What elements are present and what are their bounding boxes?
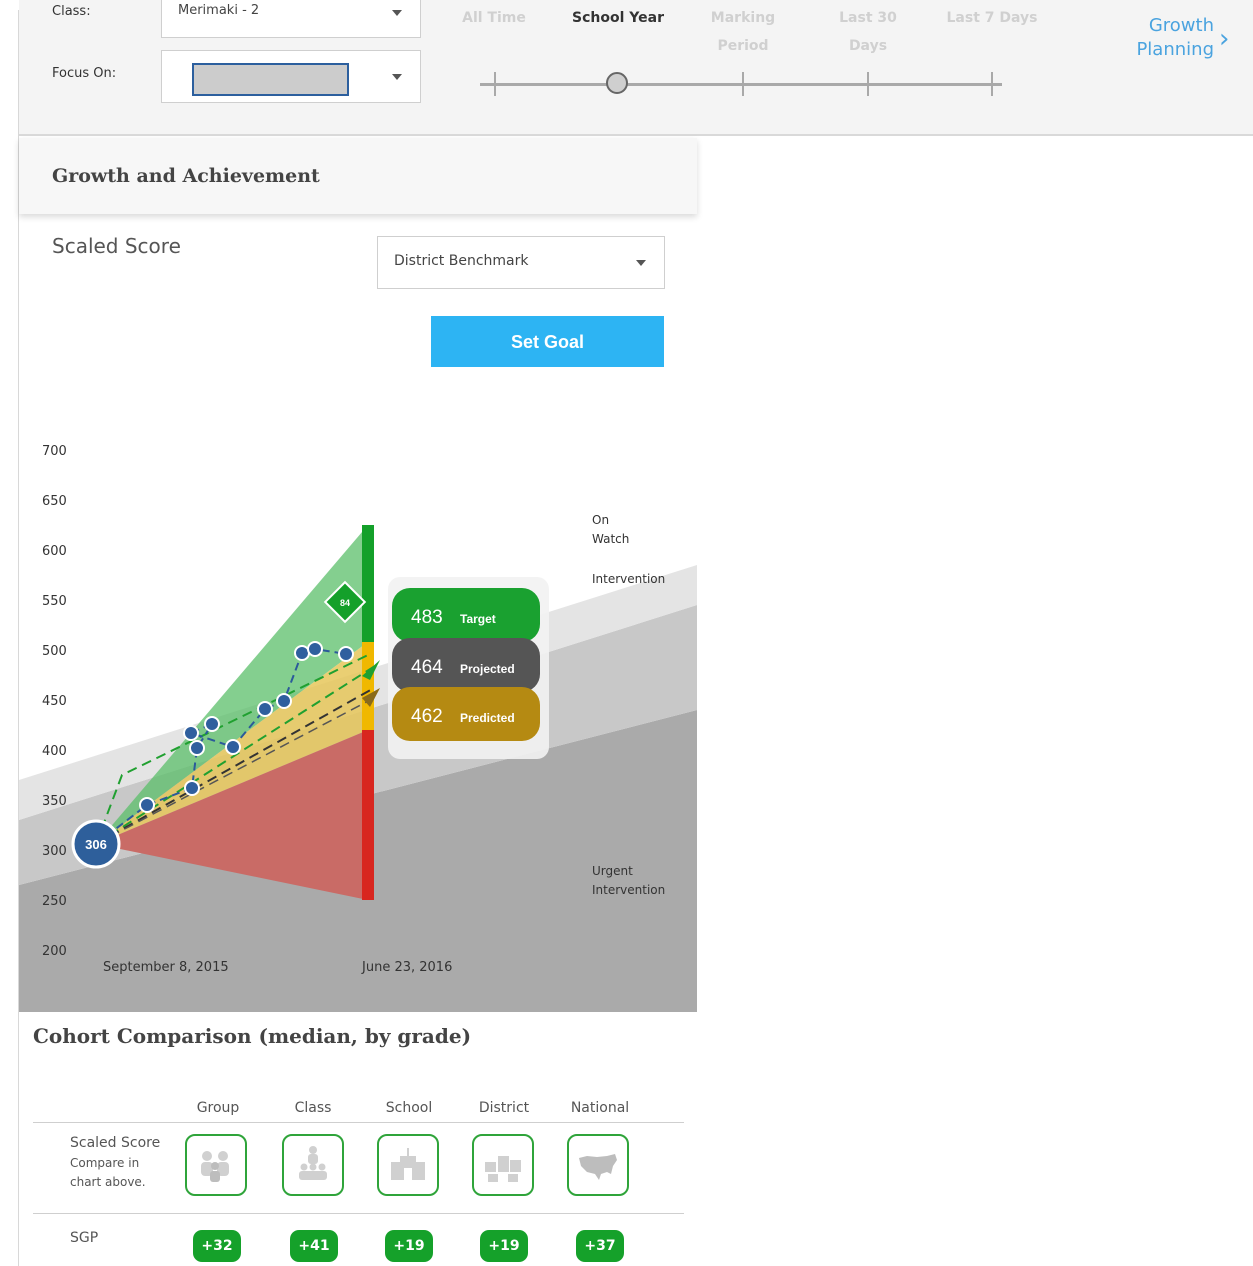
y-tick-label: 700 [42, 444, 67, 459]
column-header-national: National [570, 1100, 630, 1116]
sgp-badge-group: +32 [193, 1230, 241, 1262]
range-school-year[interactable]: School Year [566, 4, 670, 32]
school-cohort-icon[interactable] [377, 1134, 439, 1196]
score-data-point [257, 701, 273, 717]
scaled-score-row-label: Scaled Score [70, 1135, 161, 1151]
y-tick-label: 650 [42, 494, 67, 509]
x-axis-label: September 8, 2015 [103, 960, 229, 975]
y-tick-label: 550 [42, 594, 67, 609]
group-cohort-icon[interactable] [185, 1134, 247, 1196]
y-tick-label: 200 [42, 944, 67, 959]
scaled-score-row-note: Compare in [70, 1156, 140, 1170]
outcome-label-projected: Projected [460, 662, 515, 676]
score-data-point [189, 740, 205, 756]
cohort-title: Cohort Comparison (median, by grade) [33, 1024, 472, 1048]
sgp-row-label: SGP [70, 1230, 99, 1246]
band-label-on-watch: Watch [592, 532, 629, 546]
sgp-badge-class: +41 [290, 1230, 338, 1262]
outcome-value-target: 483 [411, 607, 443, 628]
outcome-value-projected: 464 [411, 657, 443, 678]
set-goal-button[interactable]: Set Goal [431, 316, 664, 367]
y-tick-label: 600 [42, 544, 67, 559]
score-data-point [183, 725, 199, 741]
slider-tick [742, 72, 744, 96]
range-last-7-days[interactable]: Last 7 Days [940, 4, 1044, 32]
benchmark-select[interactable]: District Benchmark [377, 236, 665, 289]
sgp-badge-school: +19 [385, 1230, 433, 1262]
scaled-score-row-note: chart above. [70, 1175, 146, 1189]
score-data-point [204, 716, 220, 732]
y-tick-label: 350 [42, 794, 67, 809]
district-cohort-icon[interactable] [472, 1134, 534, 1196]
y-tick-label: 500 [42, 644, 67, 659]
x-axis-label: June 23, 2016 [361, 960, 452, 975]
goal-diamond-label: 84 [340, 598, 350, 608]
column-header-class: Class [294, 1100, 332, 1116]
table-divider [33, 1213, 684, 1214]
focus-label: Focus On: [52, 66, 117, 81]
focus-select-value-field[interactable] [192, 63, 349, 96]
slider-tick [867, 72, 869, 96]
status-bar-yellow [362, 642, 374, 730]
class-select[interactable]: Merimaki - 2 [161, 0, 421, 38]
score-data-point [139, 797, 155, 813]
class-select-value: Merimaki - 2 [178, 3, 260, 18]
chevron-down-icon [392, 73, 402, 80]
start-score-label: 306 [85, 837, 107, 852]
column-header-district: District [478, 1100, 530, 1116]
range-marking-period[interactable]: Marking Period [700, 4, 786, 60]
national-cohort-icon[interactable] [567, 1134, 629, 1196]
time-range-slider-handle[interactable] [606, 72, 628, 94]
status-bar-green [362, 525, 374, 642]
score-data-point [225, 739, 241, 755]
class-label: Class: [52, 4, 91, 19]
y-tick-label: 250 [42, 894, 67, 909]
scaled-score-chart: 306 84 700 650 600 550 500 450 400 350 300 250 200 S… [19, 420, 697, 1012]
y-tick-label: 450 [42, 694, 67, 709]
chevron-down-icon [392, 10, 402, 16]
band-label-urgent-intervention: Intervention [592, 883, 665, 897]
score-data-point [307, 641, 323, 657]
table-divider [33, 1122, 684, 1123]
sgp-badge-national: +37 [576, 1230, 624, 1262]
card-title: Growth and Achievement [52, 165, 320, 187]
score-data-point [338, 646, 354, 662]
slider-tick [494, 72, 496, 96]
chevron-down-icon [636, 259, 646, 266]
benchmark-select-value: District Benchmark [394, 253, 529, 269]
slider-tick [991, 72, 993, 96]
sgp-badge-district: +19 [480, 1230, 528, 1262]
range-all-time[interactable]: All Time [451, 4, 537, 32]
class-cohort-icon[interactable] [282, 1134, 344, 1196]
band-label-on-watch: On [592, 513, 609, 527]
band-label-urgent-intervention: Urgent [592, 864, 633, 878]
growth-achievement-header: Growth and Achievement [19, 138, 697, 214]
column-header-school: School [385, 1100, 433, 1116]
y-tick-label: 400 [42, 744, 67, 759]
focus-select[interactable] [161, 50, 421, 103]
growth-planning-link[interactable]: Growth Planning [1122, 14, 1214, 62]
score-data-point [184, 780, 200, 796]
time-range-slider-track[interactable] [480, 83, 1002, 86]
scaled-score-title: Scaled Score [52, 234, 181, 258]
status-bar-red [362, 730, 374, 900]
range-last-30-days[interactable]: Last 30 Days [830, 4, 906, 60]
outcome-value-predicted: 462 [411, 706, 443, 727]
outcome-label-predicted: Predicted [460, 711, 515, 725]
chevron-right-icon[interactable]: › [1219, 26, 1229, 52]
outcome-label-target: Target [460, 612, 496, 626]
column-header-group: Group [196, 1100, 240, 1116]
y-tick-label: 300 [42, 844, 67, 859]
band-label-intervention: Intervention [592, 572, 665, 586]
score-data-point [276, 693, 292, 709]
score-data-point [294, 645, 310, 661]
